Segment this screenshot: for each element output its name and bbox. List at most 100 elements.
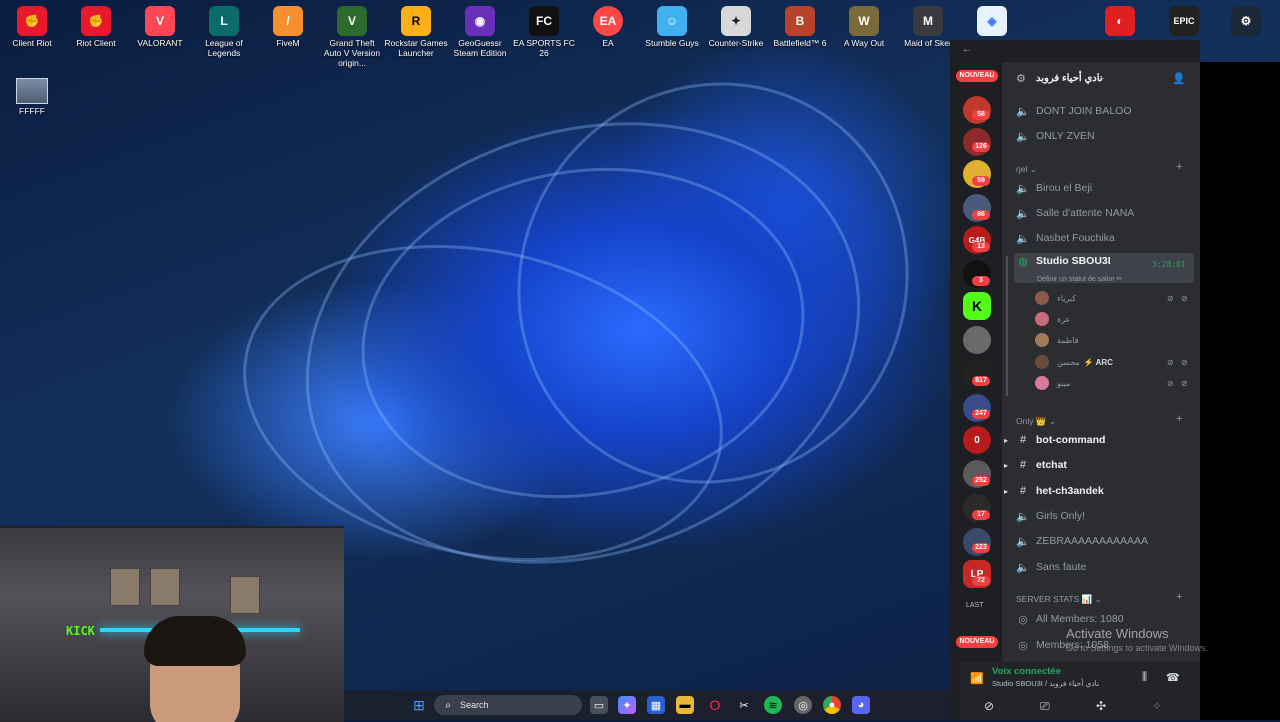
kick-logo: KICK bbox=[66, 624, 95, 638]
hash-icon: # bbox=[1019, 485, 1027, 497]
category-rjel[interactable]: rjel ⌄ bbox=[1016, 164, 1037, 175]
desktop-icon[interactable]: ◈ bbox=[960, 4, 1024, 38]
desktop-icon[interactable]: ✊ Riot Client bbox=[64, 4, 128, 48]
opera-icon[interactable]: O bbox=[706, 696, 724, 714]
add-user-icon[interactable]: 👤 bbox=[1172, 72, 1186, 85]
voice-channel[interactable]: 🔈 Girls Only! bbox=[1014, 505, 1194, 527]
speaker-icon: 🔈 bbox=[1016, 207, 1030, 220]
voice-active-icon: ◍ bbox=[1018, 256, 1028, 268]
disconnect-icon[interactable]: ☎ bbox=[1166, 671, 1180, 684]
league-of-legends-icon: L bbox=[209, 6, 239, 36]
voice-channel[interactable]: 🔈 Birou el Beji bbox=[1014, 177, 1194, 199]
desktop-icon[interactable]: / FiveM bbox=[256, 4, 320, 48]
maid-of-sker-icon: M bbox=[913, 6, 943, 36]
desktop-icon[interactable]: EA EA bbox=[576, 4, 640, 48]
text-channel[interactable]: # etchat bbox=[1014, 454, 1194, 476]
voice-user[interactable]: مينو ⊘ ⊘ bbox=[1035, 374, 1188, 392]
start-icon[interactable]: ⊞ bbox=[410, 696, 428, 714]
desktop-icon[interactable]: ◐ bbox=[1088, 4, 1152, 38]
create-channel-icon[interactable]: + bbox=[1176, 591, 1182, 603]
screen-share-icon[interactable]: ⎚ bbox=[1040, 699, 1050, 714]
camera-off-icon[interactable]: ⊘ bbox=[984, 699, 994, 713]
category-server-stats[interactable]: SERVER STATS 📊 ⌄ bbox=[1016, 594, 1102, 605]
task-view-icon[interactable]: ▭ bbox=[590, 696, 608, 714]
desktop-icon[interactable]: WA Way Out bbox=[832, 4, 896, 48]
thread-arrow-icon: ▸ bbox=[1004, 487, 1009, 496]
capcut-icon[interactable]: ✂ bbox=[735, 696, 753, 714]
server-badge: 3 bbox=[972, 276, 990, 286]
voice-status[interactable]: Voix connectée bbox=[992, 666, 1061, 677]
desktop-icon[interactable]: FC EA SPORTS FC 26 bbox=[512, 4, 576, 58]
desktop-icon[interactable]: ◉ GeoGuessr Steam Edition bbox=[448, 4, 512, 58]
back-arrow-icon[interactable]: ← bbox=[962, 44, 972, 55]
mic-muted-icon: ⊘ bbox=[1167, 378, 1174, 388]
voice-channel[interactable]: 🔈 Nasbet Fouchika bbox=[1014, 227, 1194, 249]
desktop-icon[interactable]: ☺ Stumble Guys bbox=[640, 4, 704, 48]
text-channel[interactable]: # bot-command bbox=[1014, 429, 1194, 451]
explorer-icon[interactable]: ▬ bbox=[676, 696, 694, 714]
desktop-file-fffff[interactable]: FFFFF bbox=[8, 78, 56, 116]
server-badge: 86 bbox=[972, 210, 990, 220]
headphones-muted-icon: ⊘ bbox=[1181, 293, 1188, 303]
text-channel[interactable]: # het-ch3andek bbox=[1014, 480, 1194, 502]
chrome-icon[interactable]: ● bbox=[823, 696, 841, 714]
desktop-icon[interactable]: ✊ Client Riot bbox=[0, 4, 64, 48]
voice-channel[interactable]: 🔈 DONT JOIN BALOO bbox=[1014, 100, 1194, 122]
valorant-icon: V bbox=[145, 6, 175, 36]
desktop-icon[interactable]: R Rockstar Games Launcher bbox=[384, 4, 448, 58]
voice-connected-panel: 📶 Voix connectée Studio SBOU3I / نادي أح… bbox=[960, 662, 1200, 694]
activities-icon[interactable]: ✣ bbox=[1096, 699, 1106, 713]
create-channel-icon[interactable]: + bbox=[1176, 413, 1182, 425]
user-tag: ⚡ ARC bbox=[1083, 357, 1113, 367]
desktop-icon[interactable]: ⚙ bbox=[1214, 4, 1278, 38]
desktop-icon[interactable]: EPIC bbox=[1152, 4, 1216, 38]
desktop-icon[interactable]: L League of Legends bbox=[192, 4, 256, 58]
noise-suppression-icon[interactable]: ⫼ bbox=[1142, 671, 1147, 684]
voice-user[interactable]: محسن ⚡ ARC ⊘ ⊘ bbox=[1035, 353, 1188, 371]
speaker-icon: 🔈 bbox=[1016, 232, 1030, 245]
globe-icon: ◎ bbox=[1018, 639, 1028, 652]
hash-icon: # bbox=[1019, 434, 1027, 446]
voice-channel[interactable]: 🔈 ONLY ZVEN bbox=[1014, 125, 1194, 147]
avatar bbox=[1035, 291, 1049, 305]
chrome-beta-icon[interactable]: ◎ bbox=[794, 696, 812, 714]
mic-muted-icon: ⊘ bbox=[1167, 293, 1174, 303]
rockstar-launcher-icon: R bbox=[401, 6, 431, 36]
channel-status[interactable]: Définir un statut de salon ✏ bbox=[1037, 275, 1122, 283]
server-header[interactable]: ⚙ نادي أحياء فروبد ⌄ 👤 bbox=[1002, 66, 1200, 92]
desktop-icon[interactable]: B Battlefield™ 6 bbox=[768, 4, 832, 48]
soundboard-icon[interactable]: ✧ bbox=[1152, 699, 1162, 713]
avatar bbox=[1035, 355, 1049, 369]
voice-user[interactable]: كبرياء ⊘ ⊘ bbox=[1035, 289, 1188, 307]
new-badge[interactable]: NOUVEAU bbox=[956, 636, 998, 648]
taskbar-search[interactable]: ⌕ Search bbox=[434, 695, 582, 715]
speaker-icon: 🔈 bbox=[1016, 510, 1030, 523]
new-badge[interactable]: NOUVEAU bbox=[956, 70, 998, 82]
server-icon[interactable]: 0 bbox=[963, 426, 991, 454]
voice-channel[interactable]: 🔈 Salle d'attente NANA bbox=[1014, 202, 1194, 224]
desktop-icon[interactable]: V VALORANT bbox=[128, 4, 192, 48]
spotify-icon[interactable]: ≋ bbox=[764, 696, 782, 714]
voice-channel[interactable]: 🔈 Sans faute bbox=[1014, 556, 1194, 578]
discord-icon[interactable]: ◕ bbox=[852, 696, 870, 714]
desktop-icon[interactable]: ✦ Counter-Strike bbox=[704, 4, 768, 48]
speaker-icon: 🔈 bbox=[1016, 105, 1030, 118]
server-icon[interactable] bbox=[963, 326, 991, 354]
voice-user[interactable]: عزة bbox=[1035, 310, 1185, 328]
category-only[interactable]: Only 👑 ⌄ bbox=[1016, 416, 1056, 427]
desktop-icon[interactable]: V Grand Theft Auto V Version origin... bbox=[320, 4, 384, 68]
wall-poster bbox=[110, 568, 140, 606]
kick-server-icon[interactable]: K bbox=[963, 292, 991, 320]
store-icon[interactable]: ▦ bbox=[647, 696, 665, 714]
voice-tree-line bbox=[1006, 256, 1008, 396]
battlefield-6-icon: B bbox=[785, 6, 815, 36]
create-channel-icon[interactable]: + bbox=[1176, 161, 1182, 173]
voice-channel-path[interactable]: Studio SBOU3I / نادي أحياء فروبد bbox=[992, 679, 1099, 688]
copilot-icon[interactable]: ✦ bbox=[618, 696, 636, 714]
fivem-icon: / bbox=[273, 6, 303, 36]
server-badge: 59 bbox=[972, 176, 990, 186]
server-label[interactable]: LAST bbox=[966, 602, 984, 609]
voice-channel[interactable]: 🔈 ZEBRAAAAAAAAAAAA bbox=[1014, 530, 1194, 552]
headphones-muted-icon: ⊘ bbox=[1181, 378, 1188, 388]
voice-user[interactable]: فاطمة bbox=[1035, 331, 1185, 349]
